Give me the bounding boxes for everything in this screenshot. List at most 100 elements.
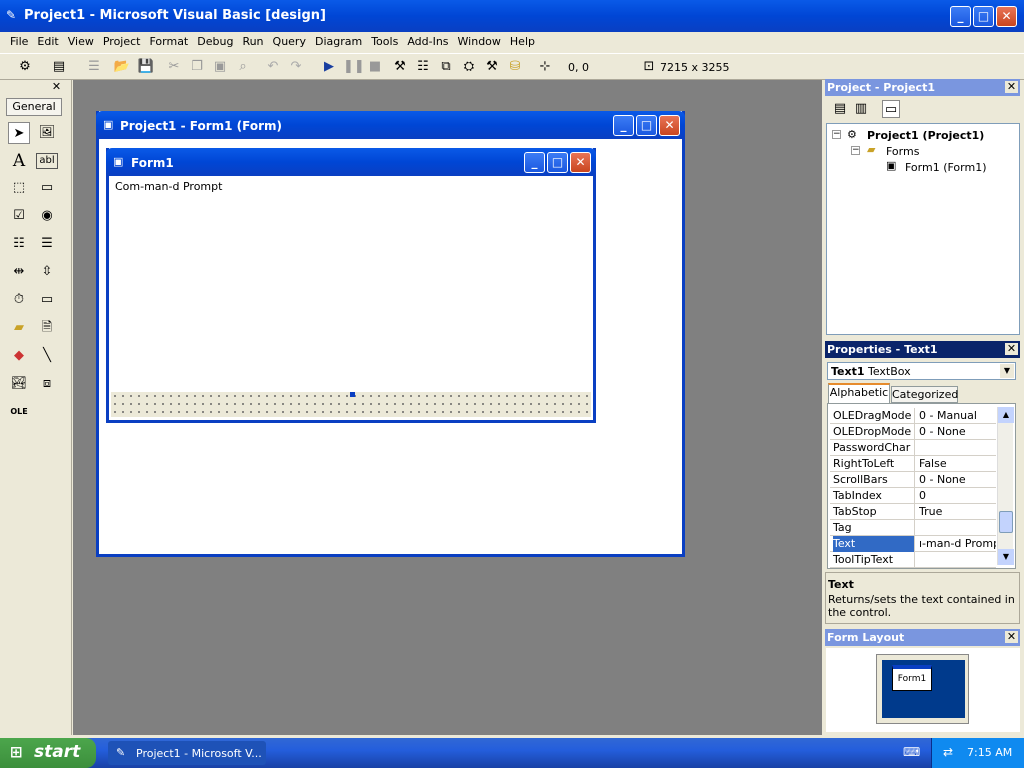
project-panel-title[interactable]: Project - Project1 ✕	[825, 79, 1020, 96]
property-row[interactable]: ScrollBars 0 - None	[830, 472, 996, 488]
frame-icon[interactable]: ⬚	[8, 177, 30, 199]
undo-icon[interactable]: ↶	[264, 58, 282, 76]
redo-icon[interactable]: ↷	[287, 58, 305, 76]
menu-run[interactable]: Run	[242, 35, 263, 48]
menu-format[interactable]: Format	[149, 35, 188, 48]
property-row[interactable]: TabIndex 0	[830, 488, 996, 504]
text1-textbox[interactable]: Com-man-d Prompt	[111, 178, 591, 392]
scroll-thumb[interactable]	[999, 511, 1013, 533]
toolbox-close-icon[interactable]: ✕	[50, 81, 63, 93]
tab-categorized[interactable]: Categorized	[891, 386, 958, 403]
commandbutton-icon[interactable]: ▭	[36, 177, 58, 199]
window-title-bar[interactable]: ✎ Project1 - Microsoft Visual Basic [des…	[0, 0, 1024, 32]
hscrollbar-icon[interactable]: ⇹	[8, 261, 30, 283]
listbox-icon[interactable]: ☰	[36, 233, 58, 255]
property-value[interactable]: 0 - None	[919, 424, 996, 439]
add-project-icon[interactable]: ⚙	[16, 58, 34, 76]
combobox-icon[interactable]: ☷	[8, 233, 30, 255]
property-value[interactable]: 0 - None	[919, 472, 996, 487]
form-layout-close-icon[interactable]: ✕	[1005, 631, 1018, 643]
form1-minimize-button[interactable]: _	[524, 152, 545, 173]
property-row[interactable]: Text ı-man-d Prompt	[830, 536, 996, 552]
scroll-up-icon[interactable]: ▲	[998, 407, 1014, 423]
property-row[interactable]: RightToLeft False	[830, 456, 996, 472]
property-row[interactable]: ToolTipText	[830, 552, 996, 568]
tree-forms-expander-icon[interactable]: −	[851, 146, 860, 155]
cut-icon[interactable]: ✂	[165, 58, 183, 76]
property-row[interactable]: PasswordChar	[830, 440, 996, 456]
form1-title-bar[interactable]: ▣ Form1 _ □ ✕	[106, 148, 596, 176]
property-value[interactable]: False	[919, 456, 996, 471]
property-scrollbar[interactable]: ▲ ▼	[997, 407, 1014, 565]
form-designer-title-bar[interactable]: ▣ Project1 - Form1 (Form) _ □ ✕	[96, 111, 685, 139]
menu-debug[interactable]: Debug	[197, 35, 233, 48]
object-selector[interactable]: Text1 TextBox ▼	[827, 362, 1016, 380]
properties-panel-title[interactable]: Properties - Text1 ✕	[825, 341, 1020, 358]
menu-query[interactable]: Query	[273, 35, 306, 48]
form1-window[interactable]: ▣ Form1 _ □ ✕ Com-man-d Prompt	[106, 148, 596, 423]
open-project-icon[interactable]: 📂	[113, 58, 131, 76]
tree-form1-item[interactable]: Form1 (Form1)	[905, 161, 987, 174]
menu-diagram[interactable]: Diagram	[315, 35, 362, 48]
textbox-icon[interactable]: abl	[36, 153, 58, 169]
scroll-down-icon[interactable]: ▼	[998, 549, 1014, 565]
menu-window[interactable]: Window	[458, 35, 501, 48]
menu-tools[interactable]: Tools	[371, 35, 398, 48]
form-layout-panel-title[interactable]: Form Layout ✕	[825, 629, 1020, 646]
form1-close-button[interactable]: ✕	[570, 152, 591, 173]
data-control-icon[interactable]: ⧈	[36, 373, 58, 395]
property-row[interactable]: OLEDragMode 0 - Manual	[830, 408, 996, 424]
project-close-icon[interactable]: ✕	[1005, 81, 1018, 93]
tree-expander-icon[interactable]: −	[832, 130, 841, 139]
picturebox-icon[interactable]: 🖼	[36, 122, 58, 144]
minimize-button[interactable]: _	[950, 6, 971, 27]
shape-icon[interactable]: ◆	[8, 345, 30, 367]
resize-handle[interactable]	[350, 392, 355, 397]
form-preview-thumb[interactable]: Form1	[892, 665, 932, 691]
find-icon[interactable]: ⌕	[234, 58, 252, 76]
property-value[interactable]: ı-man-d Prompt	[919, 536, 996, 551]
menu-file[interactable]: File	[10, 35, 28, 48]
property-value[interactable]: 0 - Manual	[919, 408, 996, 423]
designer-close-button[interactable]: ✕	[659, 115, 680, 136]
pause-icon[interactable]: ❚❚	[343, 58, 365, 76]
drivelistbox-icon[interactable]: ▭	[36, 289, 58, 311]
tree-forms-folder[interactable]: Forms	[886, 145, 919, 158]
start-button[interactable]: ⊞ start	[0, 738, 96, 768]
view-object-icon[interactable]: ▥	[852, 100, 870, 118]
optionbutton-icon[interactable]: ◉	[36, 205, 58, 227]
properties-close-icon[interactable]: ✕	[1005, 343, 1018, 355]
keyboard-icon[interactable]: ⌨	[903, 745, 920, 759]
pointer-icon[interactable]: ➤	[8, 122, 30, 144]
maximize-button[interactable]: □	[973, 6, 994, 27]
image-icon[interactable]: 🏞	[8, 373, 30, 395]
vscrollbar-icon[interactable]: ⇳	[36, 261, 58, 283]
chevron-down-icon[interactable]: ▼	[1000, 364, 1014, 378]
form-layout-icon[interactable]: ⧉	[437, 58, 455, 76]
label-icon[interactable]: A	[8, 150, 30, 172]
menu-editor-icon[interactable]: ☰	[85, 58, 103, 76]
property-value[interactable]: True	[919, 504, 996, 519]
toggle-folders-icon[interactable]: ▭	[882, 100, 900, 118]
timer-icon[interactable]: ⏱	[8, 289, 30, 311]
form1-maximize-button[interactable]: □	[547, 152, 568, 173]
designer-minimize-button[interactable]: _	[613, 115, 634, 136]
menu-add-ins[interactable]: Add-Ins	[407, 35, 448, 48]
checkbox-icon[interactable]: ☑	[8, 205, 30, 227]
line-icon[interactable]: ╲	[36, 345, 58, 367]
toolbox-tab-general[interactable]: General	[6, 98, 62, 116]
designer-maximize-button[interactable]: □	[636, 115, 657, 136]
tab-alphabetic[interactable]: Alphabetic	[828, 383, 890, 403]
toolbox-icon[interactable]: ⚒	[483, 58, 501, 76]
menu-view[interactable]: View	[68, 35, 94, 48]
filelistbox-icon[interactable]: 🗎	[36, 317, 58, 339]
close-button[interactable]: ✕	[996, 6, 1017, 27]
copy-icon[interactable]: ❐	[188, 58, 206, 76]
object-browser-icon[interactable]: ⛭	[460, 58, 478, 76]
menu-edit[interactable]: Edit	[37, 35, 58, 48]
data-view-icon[interactable]: ⛁	[506, 58, 524, 76]
add-form-icon[interactable]: ▤	[50, 58, 68, 76]
property-row[interactable]: TabStop True	[830, 504, 996, 520]
view-code-icon[interactable]: ▤	[831, 100, 849, 118]
tree-project-root[interactable]: Project1 (Project1)	[867, 129, 984, 142]
